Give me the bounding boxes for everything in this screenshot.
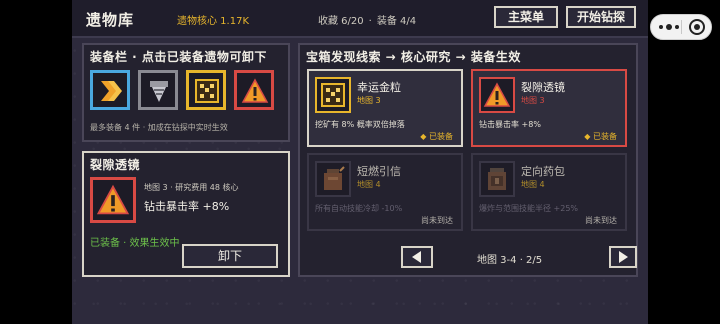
- equip-panel-title: 装备栏 · 点击已装备遗物可卸下: [90, 50, 267, 64]
- stats-separator: ·: [368, 16, 372, 27]
- relic-card-status: 尚未到达: [421, 216, 453, 225]
- capsule-controls: [650, 14, 712, 40]
- relic-card-icon-frame: [315, 77, 351, 113]
- target-icon[interactable]: [689, 19, 705, 35]
- charge-pack-icon: [488, 168, 506, 190]
- detail-status: 已装备 · 效果生效中: [90, 238, 180, 249]
- flow-title: 宝箱发现线索 → 核心研究 → 装备生效: [306, 50, 521, 64]
- equip-slot-fissure-lens[interactable]: [234, 70, 274, 110]
- drill-icon: [150, 81, 168, 102]
- relic-card-name: 裂隙透镜: [521, 81, 565, 94]
- detail-map-cost: 地图 3 · 研究费用 48 核心: [144, 183, 239, 192]
- relic-card-lucky-gold[interactable]: 幸运金粒 地图 3 挖矿有 8% 概率双倍掉落 ◆ 已装备: [307, 69, 463, 147]
- chevron-icon: [101, 81, 122, 101]
- equip-slot-drill[interactable]: [138, 70, 178, 110]
- relic-card-icon-frame: [479, 77, 515, 113]
- relic-card-short-fuse[interactable]: 短燃引信 地图 4 所有自动技能冷却 -10% 尚未到达: [307, 153, 463, 231]
- relic-card-status: 尚未到达: [585, 216, 617, 225]
- right-arrow-icon: [619, 251, 628, 263]
- relic-card-fissure-lens[interactable]: 裂隙透镜 地图 3 钻击暴击率 +8% ◆ 已装备: [471, 69, 627, 147]
- equip-slot-chevron[interactable]: [90, 70, 130, 110]
- prev-page-button[interactable]: [401, 246, 433, 268]
- relic-card-desc: 所有自动技能冷却 -10%: [315, 204, 403, 213]
- relic-card-map: 地图 3: [521, 96, 545, 105]
- more-dots-icon[interactable]: [659, 21, 679, 33]
- equip-note: 最多装备 4 件 · 加成在钻探中实时生效: [90, 123, 228, 132]
- capsule-divider: [681, 20, 682, 34]
- warning-triangle-icon: [483, 82, 511, 107]
- next-page-button[interactable]: [609, 246, 637, 268]
- relic-card-status-text: 已装备: [429, 132, 453, 141]
- equip-slot-gold-grain[interactable]: [186, 70, 226, 110]
- relic-card-map: 地图 4: [521, 180, 545, 189]
- start-drilling-button[interactable]: 开始钻探: [566, 6, 636, 28]
- collected-count: 收藏 6/20: [318, 16, 364, 27]
- top-bar: 遗物库 遗物核心 1.17K 收藏 6/20 · 装备 4/4 主菜单 开始钻探: [72, 0, 648, 38]
- relic-card-name: 短燃引信: [357, 165, 401, 178]
- gold-grain-icon: [321, 83, 345, 107]
- diamond-icon: ◆: [584, 132, 591, 141]
- page-indicator: 地图 3-4 · 2/5: [477, 255, 543, 266]
- page-title: 遗物库: [86, 11, 135, 29]
- relic-card-desc: 爆炸与范围技能半径 +25%: [479, 204, 579, 213]
- detail-title: 裂隙透镜: [90, 158, 141, 172]
- collection-stats: 收藏 6/20 · 装备 4/4: [318, 12, 416, 27]
- fuse-bag-icon: [324, 166, 345, 190]
- detail-effect: 钻击暴击率 +8%: [144, 200, 230, 213]
- relic-card-map: 地图 4: [357, 180, 381, 189]
- detail-relic-icon-frame: [90, 177, 136, 223]
- unequip-button[interactable]: 卸下: [182, 244, 278, 268]
- warning-triangle-icon: [241, 78, 269, 103]
- warning-triangle-icon: [96, 184, 130, 215]
- relic-card-directed-charge[interactable]: 定向药包 地图 4 爆炸与范围技能半径 +25% 尚未到达: [471, 153, 627, 231]
- relic-card-icon-frame: [479, 161, 515, 197]
- relic-card-icon-frame: [315, 161, 351, 197]
- relic-library-screen: 遗物库 遗物核心 1.17K 收藏 6/20 · 装备 4/4 主菜单 开始钻探 装…: [72, 0, 648, 324]
- relic-core-counter: 遗物核心 1.17K: [177, 16, 250, 27]
- relic-card-desc: 挖矿有 8% 概率双倍掉落: [315, 120, 405, 129]
- left-arrow-icon: [412, 251, 421, 263]
- relic-card-status: ◆ 已装备: [420, 131, 453, 142]
- equipped-count: 装备 4/4: [376, 16, 417, 27]
- main-menu-button[interactable]: 主菜单: [494, 6, 558, 28]
- relic-card-status: ◆ 已装备: [584, 131, 617, 142]
- gold-grain-icon: [195, 79, 219, 103]
- relic-card-map: 地图 3: [357, 96, 381, 105]
- relic-card-status-text: 已装备: [593, 132, 617, 141]
- relic-card-desc: 钻击暴击率 +8%: [479, 120, 541, 129]
- diamond-icon: ◆: [420, 132, 427, 141]
- relic-card-name: 幸运金粒: [357, 81, 401, 94]
- relic-card-name: 定向药包: [521, 165, 565, 178]
